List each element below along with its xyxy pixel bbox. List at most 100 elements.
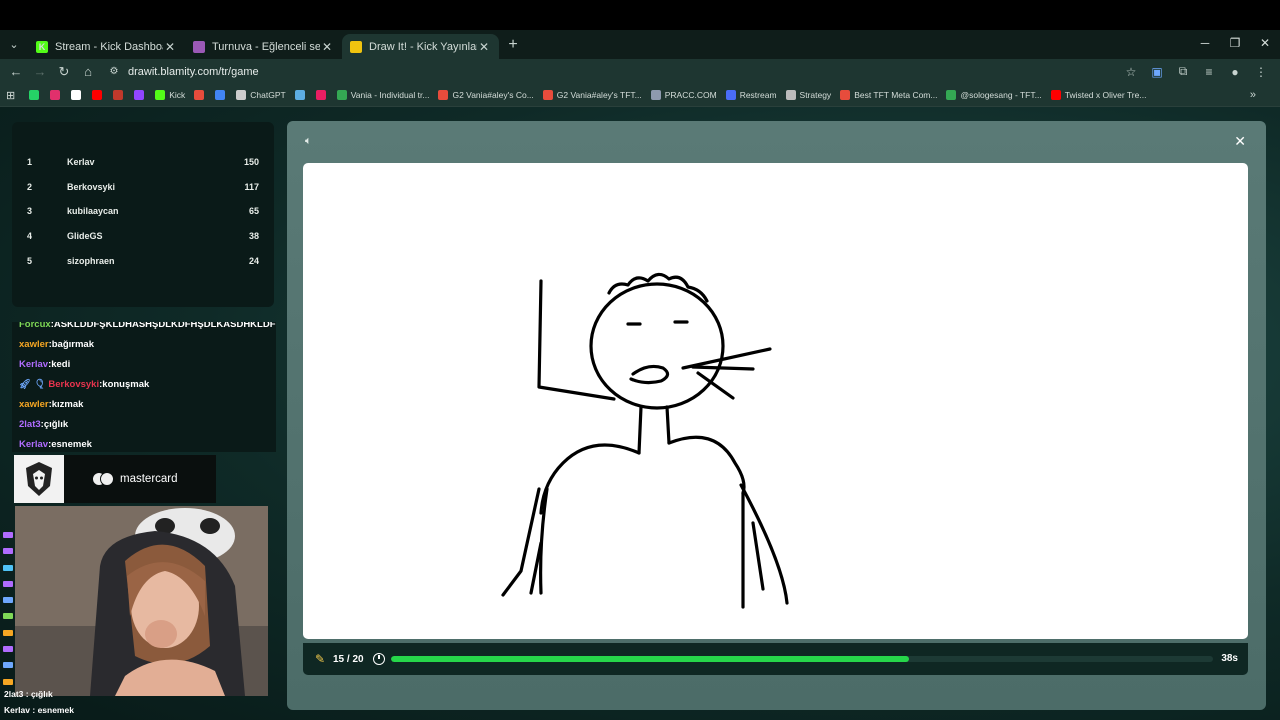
bookmark-6[interactable]: Kick: [155, 90, 185, 100]
tab-close-icon[interactable]: ✕: [320, 40, 334, 54]
bookmark-20[interactable]: Twisted x Oliver Tre...: [1050, 90, 1146, 100]
chat-text: kedi: [51, 359, 71, 370]
side-chat-fragment: [0, 674, 16, 690]
badge-icon: 🚀︎ 🎈︎: [19, 379, 49, 390]
bookmark-18[interactable]: Best TFT Meta Com...: [840, 90, 937, 100]
side-chat-fragment: [0, 608, 16, 624]
menu-icon[interactable]: ⋮: [1248, 65, 1274, 79]
bookmark-list: Kick ChatGPT Vania - Individual tr... G2 Va…: [29, 90, 1155, 100]
chat-username[interactable]: xawler: [19, 339, 49, 350]
new-tab-button[interactable]: +: [499, 36, 527, 54]
forward-icon[interactable]: →: [28, 64, 52, 79]
bookmark-label: Restream: [739, 90, 777, 100]
chat-text: çığlık: [43, 419, 69, 430]
chat-message: xawler:kızmak: [19, 399, 83, 410]
profile-avatar-icon[interactable]: ●: [1222, 65, 1248, 79]
side-chat-swatch: [3, 646, 13, 653]
chat-username[interactable]: Kerlav: [19, 439, 48, 450]
back-icon[interactable]: ←: [4, 64, 28, 79]
bookmarks-overflow-icon[interactable]: »: [1250, 89, 1256, 101]
bookmark-8[interactable]: [215, 90, 229, 100]
close-window-icon[interactable]: ✕: [1250, 30, 1280, 59]
leaderboard-row: 1 Kerlav 150: [12, 150, 274, 175]
g2-logo: [14, 455, 64, 503]
tab-1[interactable]: Turnuva - Eğlenceli seçimler ya✕: [185, 34, 342, 59]
bookmark-favicon-icon: [785, 90, 796, 100]
speaker-icon[interactable]: 🔈︎: [305, 135, 312, 148]
bottom-chat-text: esnemek: [37, 705, 74, 715]
leaderboard: 1 Kerlav 150 2 Berkovsyki 117 3 kubilaaycan 65 4 G…: [12, 122, 274, 307]
tab-close-icon[interactable]: ✕: [477, 40, 491, 54]
bookmark-9[interactable]: ChatGPT: [236, 90, 286, 100]
tab-strip: ⌄ KStream - Kick Dashboard✕Turnuva - Eğl…: [0, 30, 1280, 59]
bookmark-12[interactable]: Vania - Individual tr...: [336, 90, 429, 100]
drawing: [501, 272, 789, 609]
chat-username[interactable]: Kerlav: [19, 359, 48, 370]
bookmark-19[interactable]: @sologesang - TFT...: [946, 90, 1042, 100]
extensions-icon[interactable]: ⧉: [1170, 64, 1196, 79]
bookmark-14[interactable]: G2 Vania#aley's TFT...: [542, 90, 642, 100]
bookmark-label: Best TFT Meta Com...: [854, 90, 938, 100]
bookmark-16[interactable]: Restream: [725, 90, 777, 100]
close-icon[interactable]: ✕: [1234, 133, 1246, 150]
chat-username[interactable]: 2lat3: [19, 419, 41, 430]
address-bar[interactable]: ⚙ drawit.blamity.com/tr/game: [104, 59, 1134, 84]
bookmark-3[interactable]: [92, 90, 106, 100]
apps-icon[interactable]: ⊞: [6, 89, 15, 102]
bookmark-favicon-icon: [113, 90, 124, 100]
bookmark-7[interactable]: [194, 90, 208, 100]
bookmark-10[interactable]: [294, 90, 309, 100]
side-chat-fragment: [0, 592, 16, 608]
tab-title: Draw It! - Kick Yayınları İçin Çiz: [369, 40, 477, 53]
bottom-chat-message: Kerlav : esnemek: [4, 705, 74, 715]
bookmark-17[interactable]: Strategy: [785, 90, 831, 100]
tab-close-icon[interactable]: ✕: [163, 40, 177, 54]
chat-username[interactable]: Forcux: [19, 322, 51, 330]
site-info-icon[interactable]: ⚙: [104, 66, 124, 77]
chat-text: konuşmak: [102, 379, 150, 390]
media-icon[interactable]: ≡: [1196, 65, 1222, 79]
chat-username[interactable]: Berkovsyki: [48, 379, 99, 390]
translate-icon[interactable]: ▣: [1144, 65, 1170, 79]
bookmark-favicon-icon: [1050, 90, 1061, 100]
bottom-chat-user[interactable]: 2lat3: [4, 689, 23, 699]
bookmark-favicon-icon: [294, 90, 305, 100]
bookmark-star-icon[interactable]: ☆: [1118, 65, 1144, 79]
tab-title: Turnuva - Eğlenceli seçimler ya: [212, 40, 320, 53]
bookmark-0[interactable]: [29, 90, 43, 100]
bookmark-13[interactable]: G2 Vania#aley's Co...: [438, 90, 534, 100]
bottom-chat-user[interactable]: Kerlav: [4, 705, 30, 715]
leaderboard-row: 5 sizophraen 24: [12, 248, 274, 273]
drawing-canvas[interactable]: [303, 163, 1248, 639]
reload-icon[interactable]: ↻: [52, 64, 76, 80]
bookmark-4[interactable]: [113, 90, 127, 100]
bookmark-favicon-icon: [236, 90, 247, 100]
tab-2[interactable]: Draw It! - Kick Yayınları İçin Çiz✕: [342, 34, 499, 59]
bookmark-11[interactable]: [315, 90, 330, 100]
bookmark-2[interactable]: [71, 90, 85, 100]
leader-score: 38: [248, 231, 259, 242]
chat-username[interactable]: xawler: [19, 399, 49, 410]
bookmark-favicon-icon: [336, 90, 347, 100]
side-chat-fragment: [0, 543, 16, 559]
leaderboard-row: 2 Berkovsyki 117: [12, 175, 274, 200]
leader-rank: 4: [27, 231, 33, 242]
chat-text: esnemek: [51, 439, 92, 450]
pencil-icon: ✎: [315, 652, 326, 666]
bookmark-favicon-icon: [840, 90, 851, 100]
leader-score: 150: [243, 157, 259, 168]
timer-icon: [373, 653, 385, 665]
bookmark-15[interactable]: PRACC.COM: [650, 90, 717, 100]
bookmark-favicon-icon: [215, 90, 226, 100]
minimize-icon[interactable]: ─: [1190, 30, 1220, 59]
bookmark-1[interactable]: [50, 90, 64, 100]
home-icon[interactable]: ⌂: [76, 64, 100, 79]
bookmark-5[interactable]: [134, 90, 148, 100]
tab-0[interactable]: K Stream - Kick Dashboard✕: [28, 34, 185, 59]
tab-search-button[interactable]: ⌄: [0, 30, 28, 59]
round-counter: 15 / 20: [333, 653, 364, 665]
mastercard-circle-right: [100, 472, 114, 486]
restore-icon[interactable]: ❐: [1220, 30, 1250, 59]
side-chat-swatch: [3, 548, 13, 555]
time-remaining: 38s: [1221, 653, 1238, 664]
